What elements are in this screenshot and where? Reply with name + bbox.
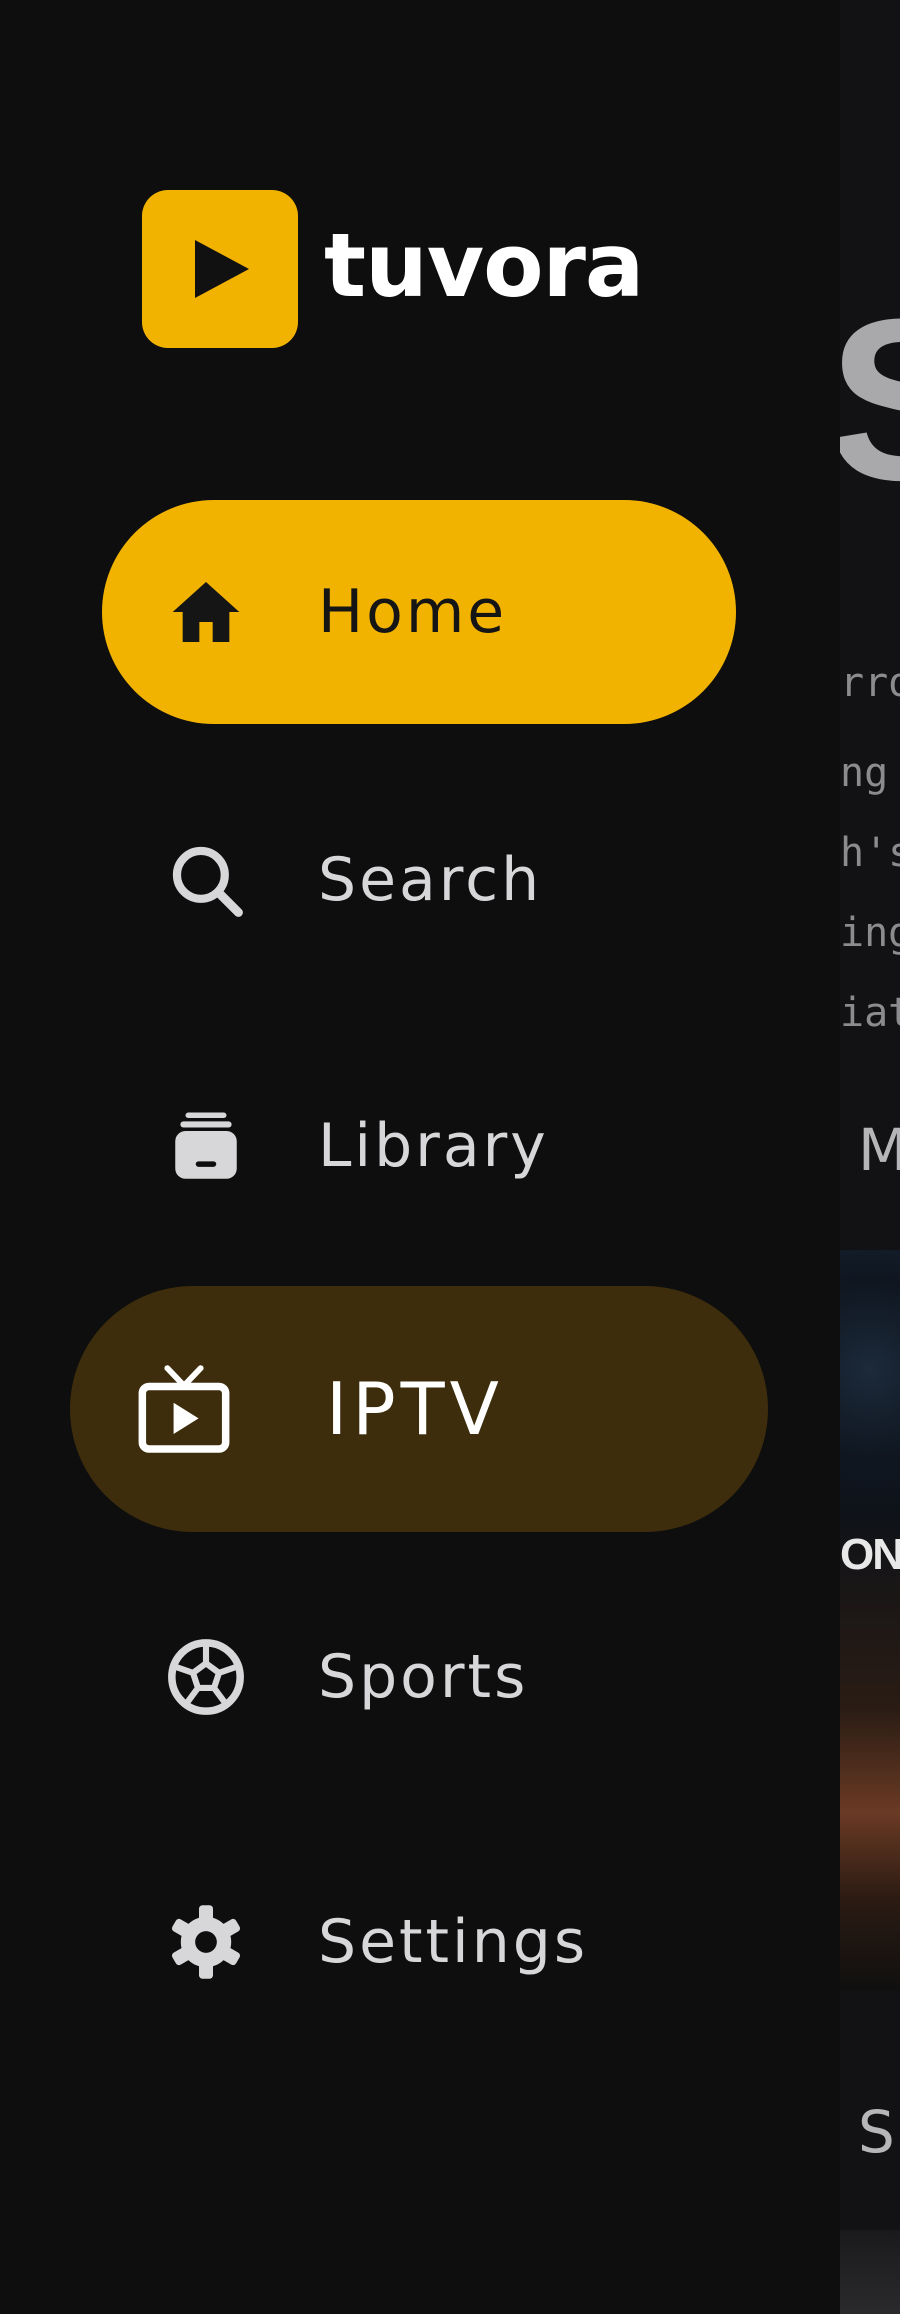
nav-item-label: Search	[318, 845, 543, 915]
nav-item-label: Home	[318, 577, 508, 647]
section-title-fragment: M	[858, 1116, 900, 1184]
library-icon	[164, 1104, 248, 1188]
hero-description-line: iat	[840, 990, 900, 1036]
search-icon	[164, 838, 248, 922]
nav-item-settings[interactable]: Settings	[102, 1862, 736, 2022]
card-badge-fragment: ON	[840, 1530, 900, 1579]
hero-description-line: h's	[840, 830, 900, 876]
hero-description-line: ng	[840, 750, 889, 796]
home-icon	[164, 570, 248, 654]
gear-icon	[164, 1900, 248, 1984]
hero-description-line: rro	[840, 660, 900, 706]
nav-item-iptv[interactable]: IPTV	[70, 1286, 768, 1532]
nav-item-library[interactable]: Library	[102, 1066, 736, 1226]
hero-description-line: ing	[840, 910, 900, 956]
hero-title-fragment: SI	[840, 285, 900, 515]
nav-item-label: Settings	[318, 1907, 589, 1977]
content-card[interactable]: ON	[840, 1250, 900, 1990]
nav-item-home[interactable]: Home	[102, 500, 736, 724]
app-screen: SI rro ng h's ing iat M ON S tuvora	[0, 0, 900, 2314]
section-title-fragment: S	[858, 2098, 895, 2166]
nav-item-search[interactable]: Search	[102, 800, 736, 960]
nav-item-label: Sports	[318, 1642, 529, 1712]
main-nav: Home Search Library IPTV Sports Settings	[0, 0, 840, 2314]
nav-item-label: IPTV	[326, 1367, 504, 1451]
background-home-content: SI rro ng h's ing iat M ON S	[840, 0, 900, 2314]
side-nav-drawer: tuvora Home Search Library IPTV Sports S…	[0, 0, 840, 2314]
content-card[interactable]	[840, 2230, 900, 2314]
soccer-ball-icon	[164, 1635, 248, 1719]
tv-icon	[132, 1357, 236, 1461]
nav-item-label: Library	[318, 1111, 549, 1181]
nav-item-sports[interactable]: Sports	[102, 1597, 736, 1757]
